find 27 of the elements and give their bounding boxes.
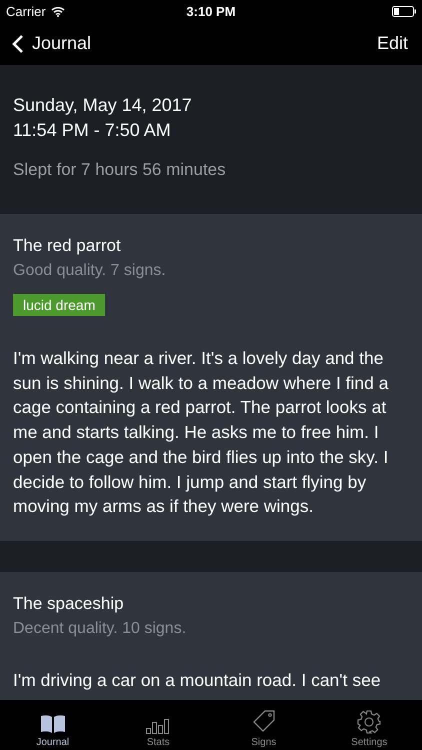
- dream-text: I'm walking near a river. It's a lovely day and the sun is shining. I walk to a meadow where I find a cage containing a red parrot. The parrot looks at me and starts talking. He asks me to free him. I open the cage and the bird flies up into the sky. I decide to follow him. I jump and start flying by moving my arms as if they were wings.: [13, 347, 390, 518]
- dream-title: The spaceship: [13, 592, 125, 615]
- tab-bar-item[interactable]: Journal: [0, 700, 106, 750]
- tab-bar-item[interactable]: Stats: [106, 700, 211, 750]
- dream-tag: lucid dream: [13, 294, 106, 316]
- tab-bar-item[interactable]: Signs: [211, 700, 316, 750]
- carrier-name: Carrier: [6, 4, 46, 18]
- tag-icon: [252, 710, 276, 734]
- dream-meta: Decent quality. 10 signs.: [13, 620, 188, 638]
- sleep-duration: Slept for 7 hours 56 minutes: [13, 160, 227, 180]
- settings-icon: [357, 710, 382, 734]
- status-time: 3:10 PM: [186, 4, 236, 18]
- tab-bar-item[interactable]: Settings: [316, 700, 422, 750]
- bar-chart-icon: [146, 718, 170, 734]
- night-times: 11:54 PM - 7:50 AM: [13, 119, 172, 142]
- dream-title: The red parrot: [13, 235, 122, 257]
- dream-meta: Good quality. 7 signs.: [13, 262, 167, 280]
- book-icon: [40, 714, 66, 734]
- chevron-icon: [12, 34, 24, 54]
- night-date: Sunday, May 14, 2017: [13, 94, 193, 117]
- wifi-icon: [50, 6, 65, 16]
- dream-text: I'm driving a car on a mountain road. I can't see: [13, 668, 382, 692]
- battery-icon: [392, 6, 416, 16]
- back-button[interactable]: Journal: [12, 33, 92, 54]
- dream-card[interactable]: The spaceship Decent quality. 10 signs. I'm driving a car on a mountain road. I can't see: [0, 572, 422, 700]
- dream-card[interactable]: [0, 214, 422, 541]
- edit-button[interactable]: Edit: [376, 33, 408, 54]
